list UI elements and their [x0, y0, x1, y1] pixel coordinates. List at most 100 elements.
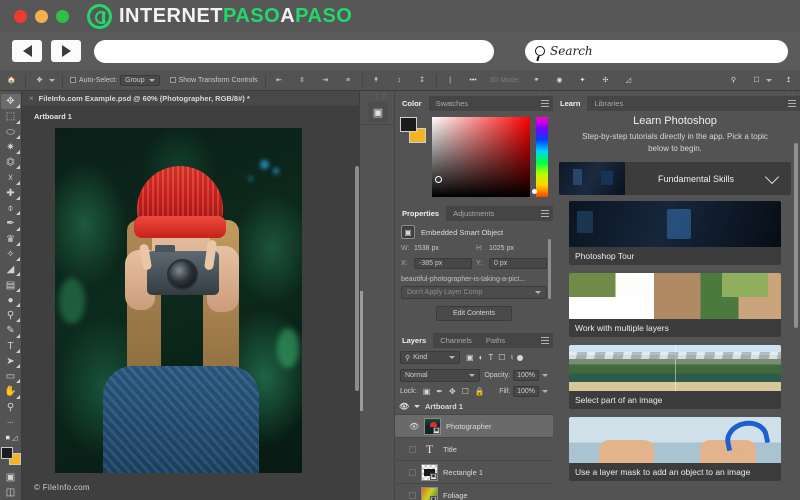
search-box[interactable]: Search — [525, 40, 788, 63]
list-item[interactable]: Photoshop Tour — [569, 201, 781, 265]
search-input[interactable]: Search — [550, 44, 593, 58]
crop-tool[interactable]: ⏣ — [1, 155, 21, 170]
dodge-tool[interactable]: ⚲ — [1, 308, 21, 323]
color-field[interactable] — [432, 117, 530, 197]
chevron-down-icon[interactable] — [765, 170, 779, 184]
search-button[interactable]: ⚲ — [722, 70, 745, 91]
width-field[interactable]: W: 1538 px — [401, 245, 472, 252]
color-picker-handle[interactable] — [435, 176, 442, 183]
marquee-tool[interactable]: ⬚ — [1, 109, 21, 124]
lock-all-icon[interactable]: 🔒 — [475, 387, 485, 396]
table-row[interactable]: T Title — [395, 438, 553, 461]
share-button[interactable]: ↥ — [777, 70, 800, 91]
pen-tool[interactable]: ✎ — [1, 323, 21, 338]
fill-field[interactable]: Fill: 100% — [499, 386, 548, 397]
layer-comp-dropdown[interactable]: Don't Apply Layer Comp — [401, 286, 547, 299]
foreground-color-swatch[interactable] — [400, 117, 417, 132]
align-center-h-button[interactable]: ⇳ — [291, 70, 314, 91]
history-panel-icon[interactable]: ▣ — [368, 102, 388, 122]
layer-visibility-toggle[interactable] — [409, 446, 416, 453]
panel-scroll-track[interactable] — [360, 291, 363, 411]
table-row[interactable]: 👁 ▣ Photographer — [395, 415, 553, 438]
tab-layers[interactable]: Layers — [395, 333, 433, 348]
y-field[interactable]: Y: 0 px — [476, 258, 547, 269]
table-row[interactable]: ▣ Foliage — [395, 484, 553, 500]
home-button[interactable]: 🏠 — [0, 70, 23, 91]
chevron-down-icon[interactable] — [49, 79, 55, 82]
tab-color[interactable]: Color — [395, 96, 429, 111]
tab-adjustments[interactable]: Adjustments — [446, 206, 501, 221]
slide-3d-button[interactable]: ✣ — [594, 70, 617, 91]
panel-menu-icon[interactable] — [541, 100, 549, 107]
color-swatches-tool[interactable] — [1, 447, 21, 465]
show-transform-option[interactable]: Show Transform Controls — [165, 70, 263, 91]
fill-value[interactable]: 100% — [513, 386, 539, 397]
auto-select-dropdown[interactable]: Group — [120, 75, 159, 86]
smart-object-filter-icon[interactable]: ♮ — [510, 353, 513, 362]
x-value[interactable]: -385 px — [414, 258, 472, 269]
clone-stamp-tool[interactable]: ♛ — [1, 232, 21, 247]
shape-filter-icon[interactable]: ☐ — [498, 353, 505, 362]
document-tab[interactable]: × FileInfo.com Example.psd @ 60% (Photog… — [22, 91, 360, 106]
zoom-tool[interactable]: ⚲ — [1, 400, 21, 415]
list-item[interactable]: Work with multiple layers — [569, 273, 781, 337]
back-button[interactable] — [12, 40, 42, 62]
y-value[interactable]: 0 px — [489, 258, 547, 269]
edit-contents-button[interactable]: Edit Contents — [436, 306, 512, 321]
camera-3d-button[interactable]: ◿ — [617, 70, 640, 91]
adjustment-filter-icon[interactable]: ◐ — [479, 353, 484, 362]
panel-menu-icon[interactable] — [541, 337, 549, 344]
canvas-scrollbar[interactable] — [355, 166, 359, 391]
tab-swatches[interactable]: Swatches — [429, 96, 476, 111]
pan-3d-button[interactable]: ✦ — [571, 70, 594, 91]
distribute-h-button[interactable]: ≡ — [337, 70, 360, 91]
eyedropper-tool[interactable]: ✚ — [1, 186, 21, 201]
align-top-button[interactable]: ↟ — [365, 70, 388, 91]
blur-tool[interactable]: ● — [1, 293, 21, 308]
workspace-button[interactable]: ☐ — [745, 70, 777, 91]
close-window-button[interactable] — [14, 10, 27, 23]
color-swatch-pair[interactable] — [400, 117, 426, 143]
foreground-color-swatch[interactable] — [1, 447, 13, 459]
type-tool[interactable]: T — [1, 339, 21, 354]
panel-menu-icon[interactable] — [541, 210, 549, 217]
align-middle-v-button[interactable]: ↕ — [388, 70, 411, 91]
x-field[interactable]: X: -385 px — [401, 258, 472, 269]
panel-grip[interactable]: ⋮⋮ — [374, 93, 388, 100]
default-colors-icon[interactable]: ◽◿ — [1, 430, 21, 445]
forward-button[interactable] — [51, 40, 81, 62]
layer-visibility-toggle[interactable] — [409, 492, 416, 499]
show-transform-checkbox[interactable] — [170, 77, 176, 83]
tab-channels[interactable]: Channels — [433, 333, 479, 348]
orbit-3d-button[interactable]: ⚭ — [525, 70, 548, 91]
address-bar[interactable] — [94, 40, 494, 63]
tab-paths[interactable]: Paths — [479, 333, 512, 348]
opacity-field[interactable]: Opacity: 100% — [484, 370, 548, 381]
align-left-button[interactable]: ⇤ — [268, 70, 291, 91]
height-field[interactable]: H: 1025 px — [476, 245, 547, 252]
align-bottom-button[interactable]: ↧ — [411, 70, 434, 91]
chevron-down-icon[interactable] — [542, 374, 548, 377]
lock-image-icon[interactable]: ✒ — [436, 387, 443, 396]
align-right-button[interactable]: ⇥ — [314, 70, 337, 91]
eraser-tool[interactable]: ◢ — [1, 262, 21, 277]
lock-position-icon[interactable]: ✥ — [449, 387, 456, 396]
minimize-window-button[interactable] — [35, 10, 48, 23]
lock-transparency-icon[interactable]: ▣ — [423, 387, 431, 396]
layer-visibility-toggle[interactable] — [409, 469, 416, 476]
quick-mask-icon[interactable]: ▣ — [1, 469, 21, 484]
list-item[interactable]: Use a layer mask to add an object to an … — [569, 417, 781, 481]
distribute-v-button[interactable]: ∣ — [439, 70, 462, 91]
lock-artboard-icon[interactable]: ☐ — [462, 387, 469, 396]
auto-select-checkbox[interactable] — [70, 77, 76, 83]
edit-toolbar-button[interactable]: ⋯ — [1, 415, 21, 430]
path-selection-tool[interactable]: ➤ — [1, 354, 21, 369]
table-row[interactable]: 👁 Artboard 1 — [395, 399, 553, 415]
layer-visibility-toggle[interactable]: 👁 — [399, 402, 409, 411]
quick-selection-tool[interactable]: ✷ — [1, 140, 21, 155]
auto-select-option[interactable]: Auto-Select: Group — [65, 70, 165, 91]
topic-selector[interactable]: Fundamental Skills — [559, 162, 791, 195]
opacity-value[interactable]: 100% — [513, 370, 539, 381]
hue-slider-handle[interactable] — [532, 189, 537, 194]
table-row[interactable]: ▣ Rectangle 1 — [395, 461, 553, 484]
